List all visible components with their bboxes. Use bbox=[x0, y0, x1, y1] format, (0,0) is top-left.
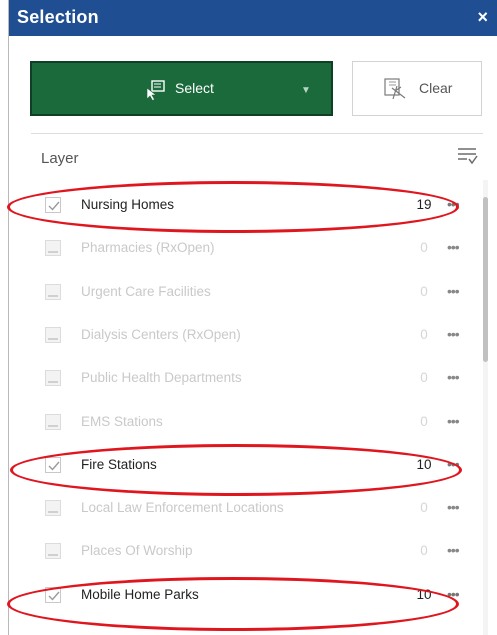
checkbox-icon[interactable] bbox=[45, 500, 61, 516]
more-options-icon[interactable]: ••• bbox=[447, 499, 460, 515]
layer-row[interactable]: Pharmacies (RxOpen) 0 ••• bbox=[31, 227, 471, 270]
checkbox-icon[interactable] bbox=[45, 240, 61, 256]
selection-panel: Selection × Select ▼ Clear Layer Nursing… bbox=[8, 0, 497, 635]
layer-name: Fire Stations bbox=[81, 457, 157, 472]
more-options-icon[interactable]: ••• bbox=[447, 283, 460, 299]
layer-count: 0 bbox=[420, 543, 428, 558]
more-options-icon[interactable]: ••• bbox=[447, 586, 460, 602]
layer-name: Dialysis Centers (RxOpen) bbox=[81, 327, 241, 342]
more-options-icon[interactable]: ••• bbox=[447, 369, 460, 385]
layer-count: 0 bbox=[420, 500, 428, 515]
checkbox-icon[interactable] bbox=[45, 284, 61, 300]
layer-list: Nursing Homes 19 ••• Pharmacies (RxOpen) 0 ••… bbox=[31, 180, 491, 635]
layer-count: 0 bbox=[420, 414, 428, 429]
select-button[interactable]: Select ▼ bbox=[30, 61, 333, 116]
layer-count: 0 bbox=[420, 370, 428, 385]
layer-row[interactable]: Urgent Care Facilities 0 ••• bbox=[31, 271, 471, 314]
layer-row[interactable]: Fire Stations 10 ••• bbox=[31, 444, 471, 487]
more-options-icon[interactable]: ••• bbox=[447, 456, 460, 472]
layer-row[interactable]: Places Of Worship 0 ••• bbox=[31, 530, 471, 573]
layer-row[interactable]: EMS Stations 0 ••• bbox=[31, 401, 471, 444]
more-options-icon[interactable]: ••• bbox=[447, 196, 460, 212]
title-bar: Selection × bbox=[9, 0, 497, 36]
more-options-icon[interactable]: ••• bbox=[447, 239, 460, 255]
checkbox-icon[interactable] bbox=[45, 327, 61, 343]
layer-count: 19 bbox=[416, 197, 432, 212]
layer-name: Public Health Departments bbox=[81, 370, 242, 385]
select-button-label: Select bbox=[175, 80, 214, 96]
filter-list-icon[interactable] bbox=[456, 145, 478, 167]
layer-count: 0 bbox=[420, 327, 428, 342]
layer-row[interactable]: Nursing Homes 19 ••• bbox=[31, 184, 471, 227]
layer-column-header: Layer bbox=[41, 150, 79, 167]
layer-row[interactable]: Public Health Departments 0 ••• bbox=[31, 357, 471, 400]
layer-count: 10 bbox=[416, 587, 432, 602]
clear-button[interactable]: Clear bbox=[352, 61, 482, 116]
panel-title: Selection bbox=[17, 7, 99, 27]
layer-name: Local Law Enforcement Locations bbox=[81, 500, 284, 515]
checkbox-icon[interactable] bbox=[45, 457, 61, 473]
layer-name: Places Of Worship bbox=[81, 543, 193, 558]
more-options-icon[interactable]: ••• bbox=[447, 413, 460, 429]
layer-name: Pharmacies (RxOpen) bbox=[81, 240, 215, 255]
checkbox-icon[interactable] bbox=[45, 370, 61, 386]
close-icon[interactable]: × bbox=[477, 7, 488, 28]
clear-button-label: Clear bbox=[419, 80, 453, 96]
checkbox-icon[interactable] bbox=[45, 197, 61, 213]
more-options-icon[interactable]: ••• bbox=[447, 326, 460, 342]
layer-count: 0 bbox=[420, 284, 428, 299]
select-pointer-icon bbox=[146, 80, 165, 101]
layer-count: 10 bbox=[416, 457, 432, 472]
layer-row[interactable]: Mobile Home Parks 10 ••• bbox=[31, 574, 471, 617]
checkbox-icon[interactable] bbox=[45, 587, 61, 603]
layer-name: Urgent Care Facilities bbox=[81, 284, 211, 299]
checkbox-icon[interactable] bbox=[45, 414, 61, 430]
more-options-icon[interactable]: ••• bbox=[447, 542, 460, 558]
checkbox-icon[interactable] bbox=[45, 543, 61, 559]
layer-name: Mobile Home Parks bbox=[81, 587, 199, 602]
layer-name: EMS Stations bbox=[81, 414, 163, 429]
layer-count: 0 bbox=[420, 240, 428, 255]
layer-row[interactable]: Dialysis Centers (RxOpen) 0 ••• bbox=[31, 314, 471, 357]
layer-name: Nursing Homes bbox=[81, 197, 175, 212]
clear-icon bbox=[384, 78, 406, 100]
layer-row[interactable]: Local Law Enforcement Locations 0 ••• bbox=[31, 487, 471, 530]
chevron-down-icon[interactable]: ▼ bbox=[301, 85, 311, 96]
divider bbox=[31, 133, 483, 134]
